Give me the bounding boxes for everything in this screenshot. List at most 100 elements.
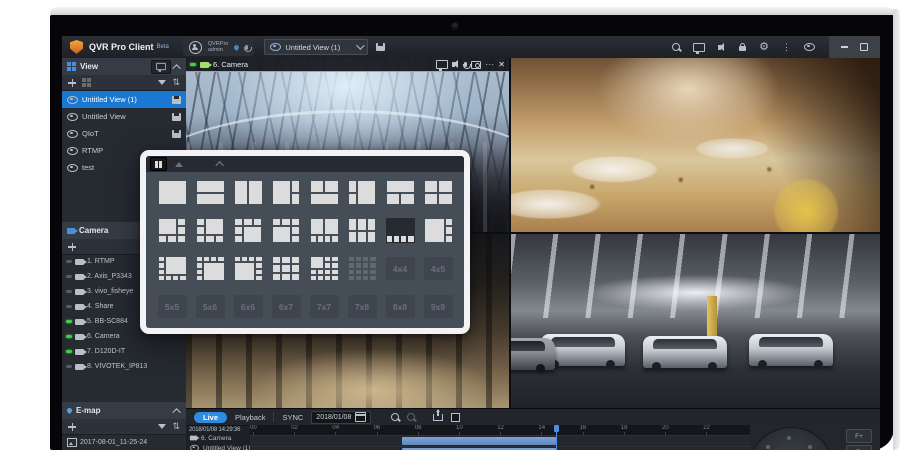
filter-funnel-icon[interactable] [158,80,167,85]
recording-bar[interactable] [401,437,556,445]
recording-track-camera[interactable] [250,435,750,446]
playhead-marker[interactable] [553,425,559,432]
lock-button[interactable] [739,43,747,51]
tile-more-button[interactable]: ⋯ [485,60,494,69]
collapse-view-chevron[interactable] [172,63,181,73]
timeline-zoom-in-button[interactable] [391,413,400,421]
current-layout-button[interactable] [150,157,167,171]
layout-option-icon[interactable] [157,218,187,243]
emap-filter-icon[interactable] [158,424,167,429]
snapshot-frame-button[interactable] [451,412,461,422]
layout-option-label[interactable]: 7x8 [347,295,377,318]
view-layout-button[interactable] [82,78,91,87]
camera-item-8[interactable]: 8. VIVOTEK_IP813 [62,359,186,374]
emap-section-header[interactable]: E-map [62,402,186,419]
ptz-wheel[interactable] [750,427,834,450]
tile-audio-button[interactable] [452,60,459,68]
view-section-header[interactable]: View [62,58,186,75]
layout-option-icon[interactable] [233,218,263,243]
view-display-mode-button[interactable] [151,59,171,74]
focus-minus-button[interactable]: F- [846,445,872,450]
layout-option-icon[interactable] [195,256,225,281]
layout-option-label[interactable]: 5x6 [195,295,225,318]
layout-option-icon[interactable] [385,180,415,205]
camera-tile-garage[interactable] [511,234,880,408]
page-up-button[interactable] [171,158,186,170]
view-selector-dropdown[interactable]: Untitled View (1) [264,39,369,55]
timeline-track[interactable]: 00 02 04 06 08 10 12 14 16 18 20 22 [250,425,750,450]
layout-option-label[interactable]: 5x5 [157,295,187,318]
layout-option-icon[interactable] [385,218,415,243]
collapse-picker-chevron[interactable] [215,161,224,170]
ptz-direction-dot[interactable] [787,436,791,440]
settings-gear-button[interactable]: ⚙ [759,41,769,53]
ptz-direction-dot[interactable] [808,444,813,449]
view-item-3[interactable]: QIoT [62,125,186,142]
focus-plus-button[interactable]: F+ [846,429,872,443]
more-menu-button[interactable]: ⋮ [782,42,791,52]
save-icon[interactable] [172,112,181,121]
layout-option-icon[interactable] [423,180,453,205]
view-item-2[interactable]: Untitled View [62,108,186,125]
save-icon[interactable] [172,129,181,138]
status-pin-icon[interactable] [233,43,241,51]
save-icon[interactable] [172,95,181,104]
layout-option-icon[interactable] [271,218,301,243]
timeline-zoom-out-button[interactable] [407,413,416,421]
emap-sort-icon[interactable]: ⇅ [172,422,180,431]
layout-option-label[interactable]: 6x6 [233,295,263,318]
minimize-button[interactable] [841,46,848,48]
layout-option-icon[interactable] [347,180,377,205]
layout-option-label[interactable]: 4x5 [423,257,453,280]
collapse-emap-chevron[interactable] [172,407,181,417]
user-avatar-icon[interactable] [188,40,202,54]
layout-option-icon[interactable] [347,256,377,281]
status-mic-icon[interactable] [243,44,252,52]
add-view-button[interactable] [68,78,76,87]
playback-tab[interactable]: Playback [235,413,265,422]
layout-option-icon[interactable] [195,180,225,205]
layout-option-icon[interactable] [233,256,263,281]
volume-button[interactable] [718,42,725,51]
fullscreen-button[interactable] [693,42,706,54]
camera-item-7[interactable]: 7. D120D-IT [62,344,186,359]
export-button[interactable] [433,408,444,421]
date-picker[interactable]: 2018/01/08 [311,410,372,424]
maximize-button[interactable] [860,43,868,51]
layout-option-icon[interactable] [271,256,301,281]
view-item-1[interactable]: Untitled View (1) [62,91,186,108]
privacy-eye-button[interactable] [804,43,815,51]
layout-option-label[interactable]: 8x8 [385,295,415,318]
camera-tile-restaurant[interactable] [511,58,880,232]
layout-option-label[interactable]: 9x9 [423,295,453,318]
layout-option-icon[interactable] [423,218,453,243]
layout-option-icon[interactable] [271,180,301,205]
layout-option-icon[interactable] [195,218,225,243]
add-camera-button[interactable] [68,242,76,251]
layout-option-icon[interactable] [347,218,377,243]
layout-option-icon[interactable] [309,218,339,243]
layout-option-label[interactable]: 4x4 [385,257,415,280]
layout-option-icon[interactable] [309,256,339,281]
snapshot-button[interactable] [471,60,482,69]
layout-option-icon[interactable] [157,180,187,205]
layout-option-icon[interactable] [309,180,339,205]
search-button[interactable] [672,43,681,51]
add-emap-button[interactable] [68,422,76,431]
layout-option-icon[interactable] [233,180,263,205]
layout-option-label[interactable]: 7x7 [309,295,339,318]
layout-option-label[interactable]: 6x7 [271,295,301,318]
live-tab[interactable]: Live [194,411,228,423]
save-view-button[interactable] [376,43,386,51]
timeline-row-view[interactable]: Untitled View (1) [186,443,251,450]
stream-quality-button[interactable] [436,60,449,71]
sync-button[interactable]: SYNC [282,413,303,422]
emap-item-1[interactable]: 2017-08-01_11-25-24 [62,436,186,449]
recording-track-view[interactable] [250,446,750,450]
tile-close-button[interactable]: ✕ [498,60,505,69]
layout-option-icon[interactable] [157,256,187,281]
sort-icon[interactable]: ⇅ [172,78,180,87]
timeline-row-camera[interactable]: 6. Camera [186,433,250,443]
ptz-direction-dot[interactable] [765,444,770,449]
tile-mic-button[interactable] [462,62,471,69]
